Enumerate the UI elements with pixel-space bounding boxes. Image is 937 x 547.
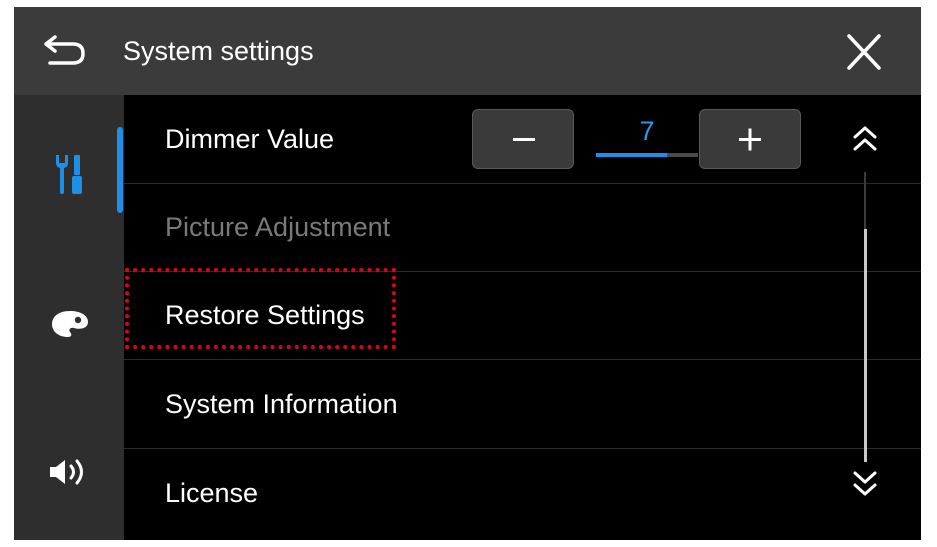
license-label: License [165, 478, 259, 508]
minus-icon [513, 138, 535, 141]
page-title: System settings [123, 36, 314, 66]
speaker-icon [50, 459, 83, 485]
sidebar-item-sound[interactable] [14, 395, 124, 540]
close-button[interactable] [844, 33, 884, 71]
restore-settings-label: Restore Settings [165, 300, 365, 330]
double-chevron-up-icon [853, 126, 877, 151]
plus-icon [739, 128, 761, 151]
scrollbar-thumb[interactable] [864, 229, 867, 462]
back-button[interactable] [41, 33, 91, 69]
tools-icon [56, 155, 82, 194]
settings-window: System settings Dimmer Value 7 Picture A… [14, 7, 921, 540]
scroll-down-button[interactable] [850, 467, 880, 499]
header-bar: System settings [14, 7, 921, 95]
scroll-up-button[interactable] [850, 123, 880, 155]
picture-adjustment-row: Picture Adjustment [124, 183, 921, 272]
sidebar-item-tools[interactable] [14, 95, 124, 245]
palette-icon [52, 311, 88, 337]
system-information-row[interactable]: System Information [124, 360, 921, 449]
dimmer-decrease-button[interactable] [472, 109, 574, 169]
double-chevron-down-icon [853, 471, 877, 496]
settings-list: Dimmer Value 7 Picture Adjustment Restor [124, 95, 921, 540]
dimmer-level-bar [596, 153, 698, 157]
system-information-label: System Information [165, 389, 398, 419]
sidebar-selection-indicator [117, 127, 123, 213]
restore-settings-row[interactable]: Restore Settings [124, 271, 921, 360]
sidebar [14, 95, 124, 540]
dimmer-increase-button[interactable] [699, 109, 801, 169]
dimmer-value-label: Dimmer Value [165, 124, 335, 154]
picture-adjustment-label: Picture Adjustment [165, 212, 391, 242]
dimmer-level-fill [596, 153, 668, 157]
close-icon [847, 34, 881, 70]
back-arrow-icon [44, 35, 85, 65]
license-row[interactable]: License [124, 449, 921, 537]
dimmer-value-display: 7 [639, 116, 655, 146]
dimmer-value-row: Dimmer Value 7 [124, 95, 921, 184]
sidebar-item-display[interactable] [14, 245, 124, 395]
